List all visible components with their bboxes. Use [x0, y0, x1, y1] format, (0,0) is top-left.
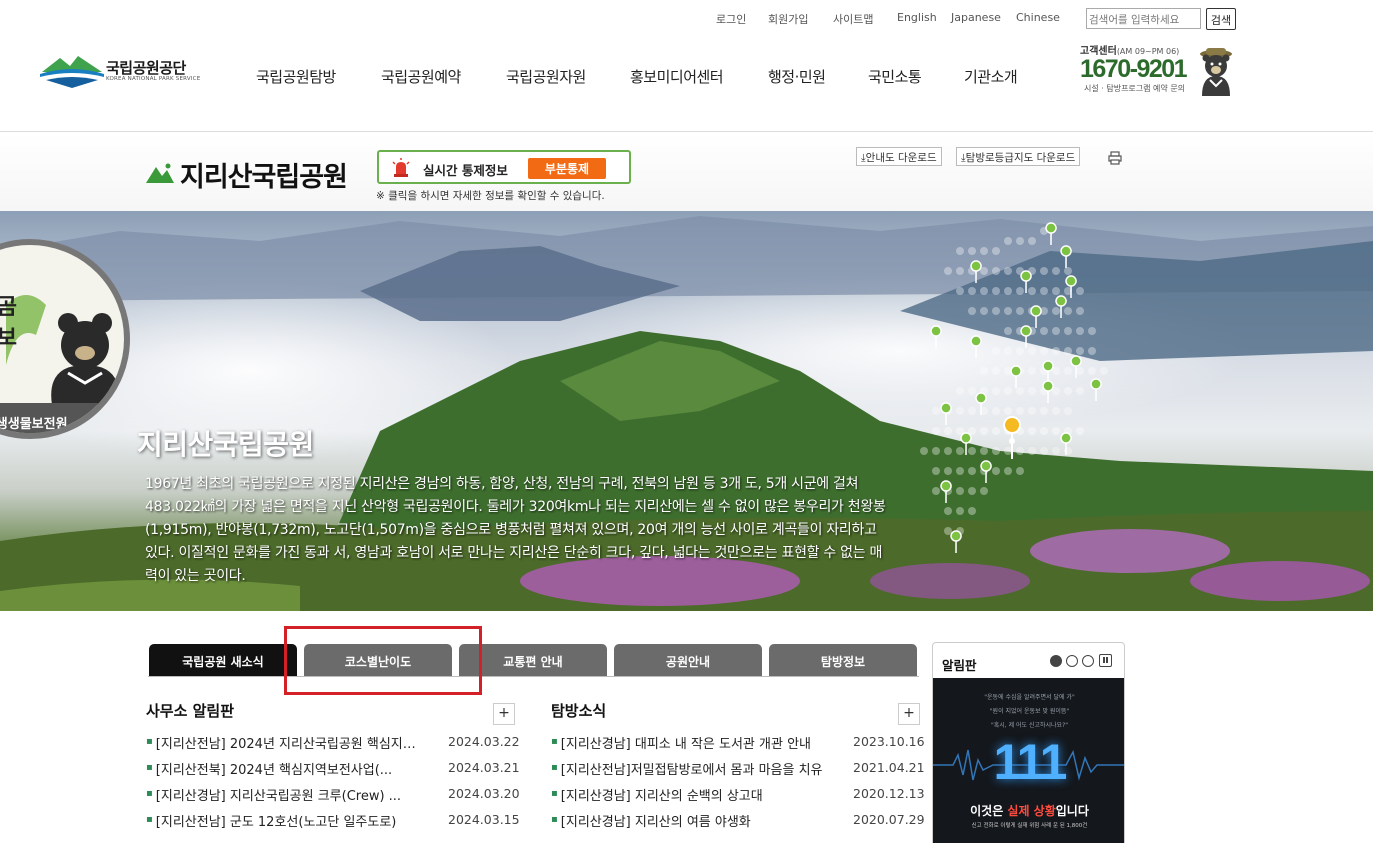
office-board-title: 사무소 알림판	[146, 702, 235, 720]
nav-park-resources[interactable]: 국립공원자원	[506, 66, 586, 87]
logo-mountain-icon	[40, 56, 104, 88]
nav-park-explore[interactable]: 국립공원탐방	[256, 66, 336, 87]
page-title: 지리산국립공원	[180, 162, 348, 193]
list-item-date: 2024.03.20	[448, 786, 520, 801]
print-icon[interactable]	[1108, 151, 1122, 165]
japanese-link[interactable]: Japanese	[951, 11, 1001, 24]
bullet-icon: ▪	[551, 814, 558, 825]
download-guide-map-button[interactable]: ⤓안내도 다운로드	[856, 147, 942, 166]
notice-subtext: 신고 전화로 이렇게 실재 위험 사례 운 된 1,800건	[971, 823, 1088, 829]
bullet-icon: ▪	[146, 788, 153, 799]
list-item[interactable]: ▪ [지리산경남] 지리산의 여름 야생화	[551, 811, 751, 830]
nav-media-center[interactable]: 홍보미디어센터	[630, 66, 724, 87]
signup-link[interactable]: 회원가입	[768, 11, 808, 27]
bear-badge-line1: 반가슴곰	[0, 289, 17, 321]
list-item-date: 2020.07.29	[853, 812, 925, 827]
carousel-dot-2[interactable]	[1066, 655, 1078, 667]
list-item-date: 2024.03.15	[448, 812, 520, 827]
search-input[interactable]: 검색어를 입력하세요	[1086, 8, 1201, 29]
mountain-icon	[146, 163, 174, 183]
tab-underline	[148, 676, 919, 677]
bear-ranger-icon	[1200, 48, 1232, 96]
bullet-icon: ▪	[551, 788, 558, 799]
call-center-sub: 시설 · 탐방프로그램 예약 문의	[1084, 84, 1186, 93]
logo-english-name: KOREA NATIONAL PARK SERVICE	[106, 76, 201, 82]
list-item-date: 2020.12.13	[853, 786, 925, 801]
list-item[interactable]: ▪ [지리산경남] 지리산국립공원 크루(Crew) ...	[146, 785, 401, 804]
bullet-icon: ▪	[146, 762, 153, 773]
sitemap-link[interactable]: 사이트맵	[833, 11, 873, 27]
notice-quote-1: "운동에 수심을 알려주면서 달에 가"	[984, 694, 1075, 701]
nav-park-reservation[interactable]: 국립공원예약	[381, 66, 461, 87]
list-item-date: 2024.03.22	[448, 734, 520, 749]
bullet-icon: ▪	[551, 762, 558, 773]
logo-name: 국립공원공단	[106, 59, 186, 77]
list-item-date: 2024.03.21	[448, 760, 520, 775]
bullet-icon: ▪	[146, 736, 153, 747]
site-logo[interactable]: 국립공원공단 KOREA NATIONAL PARK SERVICE	[40, 50, 210, 90]
control-note: ※ 클릭을 하시면 자세한 정보를 확인할 수 있습니다.	[376, 190, 605, 202]
carousel-dot-3[interactable]	[1082, 655, 1094, 667]
tab-park-news[interactable]: 국립공원 새소식	[149, 644, 297, 676]
notice-quote-3: "혹시, 제 어도 신고하시나요?"	[990, 722, 1069, 729]
list-item-date: 2023.10.16	[853, 734, 925, 749]
list-item[interactable]: ▪ [지리산경남] 지리산의 순백의 상고대	[551, 785, 763, 804]
office-board-more-button[interactable]: +	[493, 703, 515, 725]
list-item-date: 2021.04.21	[853, 760, 925, 775]
hero-banner: 반가슴곰 목격제보 국립공원야생생물보전원 061-783-9120 지리산국립…	[0, 211, 1373, 611]
highlight-box	[284, 626, 482, 695]
pause-icon[interactable]	[1099, 654, 1112, 667]
notice-banner-image[interactable]: "운동에 수심을 알려주면서 달에 가" "원이 지었어 운동보 맞 원이뜸" …	[933, 678, 1124, 843]
utility-bar: 로그인 회원가입 사이트맵 English Japanese Chinese 검…	[0, 8, 1373, 30]
login-link[interactable]: 로그인	[716, 11, 746, 27]
english-link[interactable]: English	[897, 11, 937, 24]
nav-about[interactable]: 기관소개	[964, 66, 1018, 87]
hero-title: 지리산국립공원	[137, 428, 314, 461]
bear-badge-line2: 목격제보	[0, 320, 17, 352]
list-item[interactable]: ▪ [지리산전북] 2024년 핵심지역보전사업(...	[146, 759, 392, 778]
list-item[interactable]: ▪ [지리산전남]저밀접탐방로에서 몸과 마음을 치유	[551, 759, 823, 778]
search-button[interactable]: 검색	[1206, 8, 1236, 30]
call-center-phone: 1670-9201	[1080, 55, 1188, 83]
notice-title: 알림판	[942, 658, 977, 673]
list-item[interactable]: ▪ [지리산경남] 대피소 내 작은 도서관 개관 안내	[551, 733, 811, 752]
bear-report-badge[interactable]: 반가슴곰 목격제보 국립공원야생생물보전원 061-783-9120	[0, 239, 130, 439]
tab-trail-info[interactable]: 탐방정보	[769, 644, 917, 676]
nav-communication[interactable]: 국민소통	[868, 66, 922, 87]
call-center[interactable]: 고객센터(AM 09~PM 06) 1670-9201 시설 · 탐방프로그램 …	[1080, 42, 1240, 97]
trail-board-more-button[interactable]: +	[898, 703, 920, 725]
notice-panel: 알림판 "운동에 수심을 알려주면서 달에 가" "원이 지었어 운동보 맞 원…	[932, 642, 1125, 843]
realtime-control-button[interactable]: 실시간 통제정보 부분통제	[377, 150, 631, 184]
siren-icon	[392, 158, 410, 177]
bullet-icon: ▪	[146, 814, 153, 825]
list-item[interactable]: ▪ [지리산전남] 군도 12호선(노고단 일주도로)	[146, 811, 396, 830]
control-status-badge: 부분통제	[528, 158, 606, 179]
notice-number: 111	[993, 734, 1068, 790]
bullet-icon: ▪	[551, 736, 558, 747]
trail-board-title: 탐방소식	[551, 702, 607, 720]
control-label: 실시간 통제정보	[423, 163, 508, 178]
notice-quote-2: "원이 지었어 운동보 맞 원이뜸"	[989, 708, 1070, 715]
chinese-link[interactable]: Chinese	[1016, 11, 1060, 24]
nav-administration[interactable]: 행정·민원	[768, 66, 826, 87]
hero-description: 1967년 최초의 국립공원으로 지정된 지리산은 경남의 하동, 함양, 산청…	[145, 476, 886, 584]
carousel-dot-1[interactable]	[1050, 655, 1062, 667]
notice-headline: 이것은 실제 상황입니다	[970, 804, 1089, 818]
download-trail-map-button[interactable]: ⤓탐방로등급지도 다운로드	[956, 147, 1081, 166]
bear-badge-org: 국립공원야생생물보전원	[0, 417, 68, 432]
list-item[interactable]: ▪[지리산전남] 2024년 지리산국립공원 핵심지역보전사업	[146, 733, 424, 752]
tab-park-info[interactable]: 공원안내	[614, 644, 762, 676]
